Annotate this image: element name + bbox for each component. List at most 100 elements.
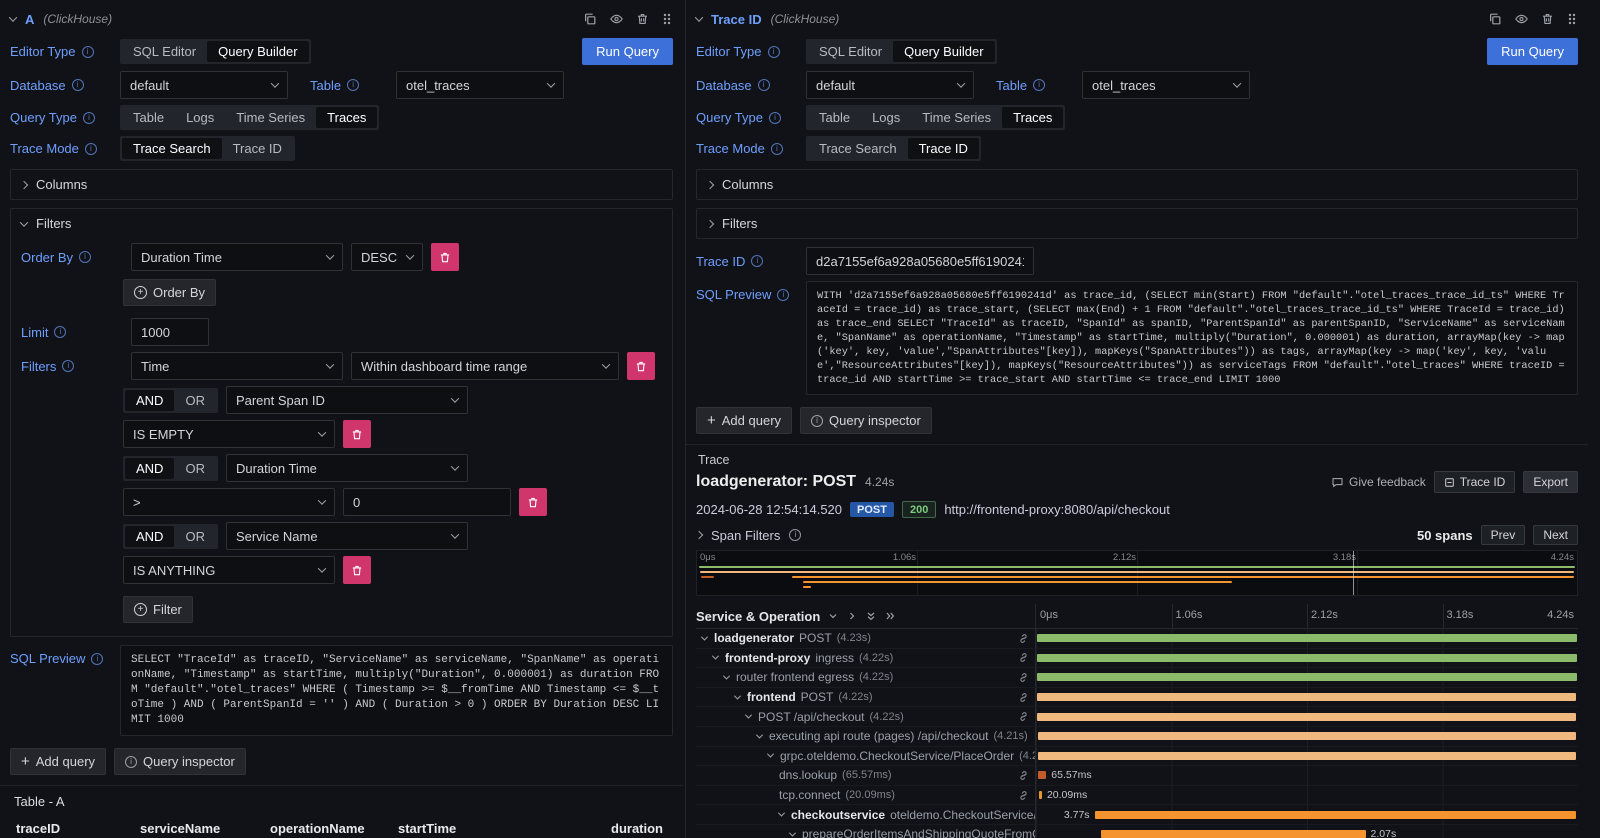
trace-mode-trace-id[interactable]: Trace ID bbox=[222, 138, 293, 159]
bool-or[interactable]: OR bbox=[174, 458, 216, 479]
drag-query-grip-icon[interactable] bbox=[1566, 12, 1578, 26]
span-bar[interactable] bbox=[1037, 634, 1577, 642]
bool-and[interactable]: AND bbox=[125, 458, 174, 479]
span-bar[interactable] bbox=[1037, 673, 1577, 681]
span-name-cell[interactable]: dns.lookup(65.57ms) bbox=[696, 766, 1036, 785]
columns-section-header[interactable]: Columns bbox=[707, 177, 1567, 192]
span-bar[interactable] bbox=[1095, 811, 1577, 819]
span-bar[interactable] bbox=[1037, 693, 1576, 701]
collapse-query-icon[interactable] bbox=[695, 13, 703, 21]
duplicate-query-icon[interactable] bbox=[1488, 12, 1502, 26]
col-servicename[interactable]: serviceName bbox=[134, 815, 264, 838]
database-select[interactable]: default bbox=[806, 71, 974, 99]
filter-time-operator-select[interactable]: Within dashboard time range bbox=[351, 352, 619, 380]
add-query-button[interactable]: +Add query bbox=[10, 748, 106, 775]
table-select[interactable]: otel_traces bbox=[1082, 71, 1250, 99]
span-link-icon[interactable] bbox=[1018, 672, 1035, 683]
filter-3-operator-select[interactable]: IS ANYTHING bbox=[123, 556, 335, 584]
trace-id-button[interactable]: Trace ID bbox=[1434, 471, 1516, 493]
query-inspector-button[interactable]: iQuery inspector bbox=[800, 407, 932, 434]
remove-filter-button[interactable] bbox=[519, 488, 547, 516]
export-button[interactable]: Export bbox=[1523, 471, 1578, 493]
span-link-icon[interactable] bbox=[1018, 652, 1035, 663]
bool-or[interactable]: OR bbox=[174, 390, 216, 411]
span-name-cell[interactable]: router frontend egress(4.22s) bbox=[696, 668, 1036, 687]
span-name-cell[interactable]: frontendPOST(4.22s) bbox=[696, 688, 1036, 707]
span-link-icon[interactable] bbox=[1018, 711, 1035, 722]
span-bar[interactable] bbox=[1037, 654, 1577, 662]
filter-2-value-input[interactable] bbox=[343, 488, 511, 516]
editor-type-sql-editor[interactable]: SQL Editor bbox=[808, 41, 893, 62]
span-link-icon[interactable] bbox=[1018, 790, 1035, 801]
col-traceid[interactable]: traceID bbox=[10, 815, 134, 838]
run-query-button[interactable]: Run Query bbox=[582, 38, 673, 65]
prev-button[interactable]: Prev bbox=[1481, 525, 1526, 545]
query-type-time-series[interactable]: Time Series bbox=[225, 107, 316, 128]
span-name-cell[interactable]: checkoutserviceoteldemo.CheckoutService/… bbox=[696, 805, 1036, 824]
editor-type-query-builder[interactable]: Query Builder bbox=[207, 41, 308, 62]
database-select[interactable]: default bbox=[120, 71, 288, 99]
expand-one-icon[interactable] bbox=[846, 610, 858, 622]
span-row[interactable]: tcp.connect(20.09ms)20.09ms bbox=[696, 786, 1578, 806]
span-row[interactable]: loadgeneratorPOST(4.23s) bbox=[696, 629, 1578, 649]
span-expand-chevron-icon[interactable] bbox=[767, 751, 774, 758]
query-inspector-button[interactable]: iQuery inspector bbox=[114, 748, 246, 775]
order-by-field-select[interactable]: Duration Time bbox=[131, 243, 343, 271]
query-type-time-series[interactable]: Time Series bbox=[911, 107, 1002, 128]
query-type-traces[interactable]: Traces bbox=[1002, 107, 1063, 128]
filter-time-field-select[interactable]: Time bbox=[131, 352, 343, 380]
bool-and[interactable]: AND bbox=[125, 526, 174, 547]
add-query-button[interactable]: +Add query bbox=[696, 407, 792, 434]
editor-type-query-builder[interactable]: Query Builder bbox=[893, 41, 994, 62]
limit-input[interactable] bbox=[131, 318, 209, 346]
remove-filter-button[interactable] bbox=[627, 352, 655, 380]
editor-type-sql-editor[interactable]: SQL Editor bbox=[122, 41, 207, 62]
span-row[interactable]: frontend-proxyingress(4.22s) bbox=[696, 649, 1578, 669]
span-link-icon[interactable] bbox=[1018, 770, 1035, 781]
query-type-logs[interactable]: Logs bbox=[175, 107, 225, 128]
drag-query-grip-icon[interactable] bbox=[661, 12, 673, 26]
span-link-icon[interactable] bbox=[1018, 692, 1035, 703]
span-expand-chevron-icon[interactable] bbox=[745, 712, 752, 719]
trace-mode-trace-search[interactable]: Trace Search bbox=[808, 138, 908, 159]
span-row[interactable]: frontendPOST(4.22s) bbox=[696, 688, 1578, 708]
order-by-direction-select[interactable]: DESC bbox=[351, 243, 423, 271]
col-operationname[interactable]: operationName bbox=[264, 815, 392, 838]
trace-mode-trace-id[interactable]: Trace ID bbox=[908, 138, 979, 159]
span-filters-label[interactable]: Span Filters bbox=[711, 528, 780, 543]
span-expand-chevron-icon[interactable] bbox=[723, 673, 730, 680]
run-query-button[interactable]: Run Query bbox=[1487, 38, 1578, 65]
span-row[interactable]: router frontend egress(4.22s) bbox=[696, 668, 1578, 688]
span-expand-chevron-icon[interactable] bbox=[778, 810, 785, 817]
span-expand-chevron-icon[interactable] bbox=[712, 653, 719, 660]
span-bar[interactable] bbox=[1038, 752, 1576, 760]
collapse-one-icon[interactable] bbox=[827, 610, 839, 622]
bool-or[interactable]: OR bbox=[174, 526, 216, 547]
span-row[interactable]: prepareOrderItemsAndShippingQuoteFromCar… bbox=[696, 825, 1578, 838]
query-type-table[interactable]: Table bbox=[808, 107, 861, 128]
col-starttime[interactable]: startTime bbox=[392, 815, 578, 838]
table-select[interactable]: otel_traces bbox=[396, 71, 564, 99]
minimap-cursor[interactable] bbox=[1353, 551, 1354, 595]
filter-3-field-select[interactable]: Service Name bbox=[226, 522, 468, 550]
filter-2-operator-select[interactable]: > bbox=[123, 488, 335, 516]
hide-query-eye-icon[interactable] bbox=[609, 12, 624, 26]
trace-mode-trace-search[interactable]: Trace Search bbox=[122, 138, 222, 159]
span-name-cell[interactable]: POST /api/checkout(4.22s) bbox=[696, 707, 1036, 726]
span-row[interactable]: executing api route (pages) /api/checkou… bbox=[696, 727, 1578, 747]
span-link-icon[interactable] bbox=[1018, 633, 1035, 644]
delete-query-trash-icon[interactable] bbox=[1541, 12, 1554, 26]
add-filter-button[interactable]: +Filter bbox=[123, 596, 193, 623]
span-row[interactable]: POST /api/checkout(4.22s) bbox=[696, 707, 1578, 727]
span-bar[interactable] bbox=[1038, 771, 1046, 779]
query-type-table[interactable]: Table bbox=[122, 107, 175, 128]
span-expand-chevron-icon[interactable] bbox=[789, 829, 796, 836]
span-expand-chevron-icon[interactable] bbox=[701, 633, 708, 640]
delete-query-trash-icon[interactable] bbox=[636, 12, 649, 26]
span-filters-chevron-icon[interactable] bbox=[695, 531, 703, 539]
span-row[interactable]: grpc.oteldemo.CheckoutService/PlaceOrder… bbox=[696, 747, 1578, 767]
expand-all-icon[interactable] bbox=[884, 610, 896, 622]
add-order-by-button[interactable]: +Order By bbox=[123, 279, 216, 306]
span-expand-chevron-icon[interactable] bbox=[734, 692, 741, 699]
remove-filter-button[interactable] bbox=[343, 556, 371, 584]
